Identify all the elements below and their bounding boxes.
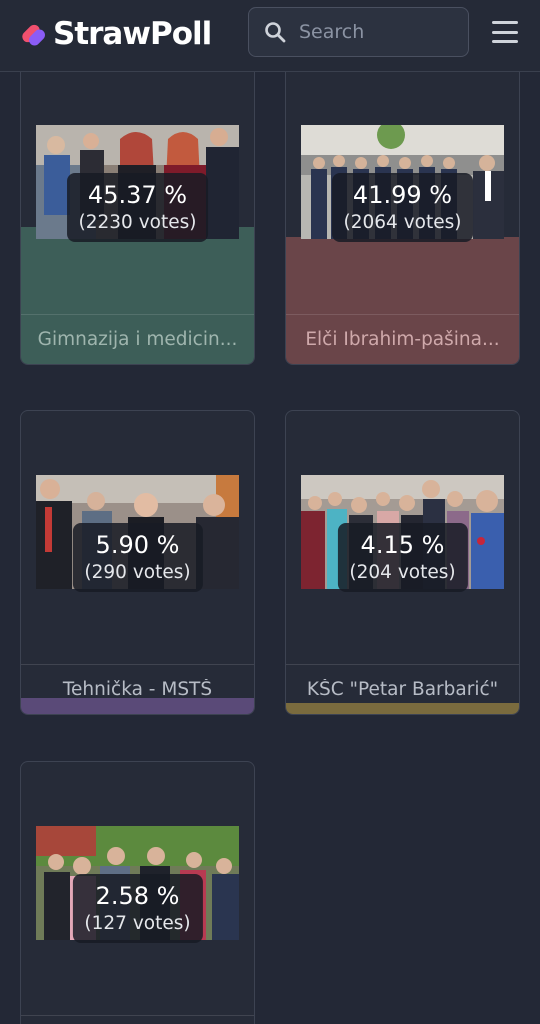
vote-percentage: 4.15 % [360, 531, 445, 559]
result-overlay: 2.58 % (127 votes) [72, 874, 203, 943]
result-overlay: 41.99 % (2064 votes) [331, 173, 474, 242]
vote-percentage: 45.37 % [87, 181, 188, 209]
poll-option-card[interactable]: KŠC "Petar Barbarić" 4.15 % (204 votes) [285, 410, 520, 715]
vote-percentage: 2.58 % [95, 882, 180, 910]
poll-option-card[interactable]: Tehnička - MSTŠ 5.90 % (290 votes) [20, 410, 255, 715]
vote-count: (2230 votes) [78, 212, 197, 233]
vote-count: (204 votes) [349, 562, 456, 583]
poll-option-card[interactable]: Elči Ibrahim-pašina... 41.99 % (2064 vot… [285, 60, 520, 365]
search-placeholder: Search [299, 21, 365, 43]
vote-percentage: 41.99 % [352, 181, 453, 209]
result-overlay: 4.15 % (204 votes) [337, 523, 468, 592]
result-overlay: 5.90 % (290 votes) [72, 523, 203, 592]
search-icon [265, 22, 286, 43]
vote-count: (2064 votes) [343, 212, 462, 233]
strawpoll-logo-icon [22, 24, 45, 46]
top-header: StrawPoll Search [0, 0, 540, 72]
result-fill-bar [286, 703, 519, 714]
vote-count: (127 votes) [84, 913, 191, 934]
poll-option-card[interactable]: 2.58 % (127 votes) [20, 761, 255, 1024]
option-label: KŠC "Petar Barbarić" [306, 679, 499, 700]
option-label: Tehnička - MSTŠ [62, 679, 213, 700]
vote-count: (290 votes) [84, 562, 191, 583]
brand-logo[interactable]: StrawPoll [19, 14, 212, 54]
poll-option-card[interactable]: Gimnazija i medicin... 45.37 % (2230 vot… [20, 60, 255, 365]
hamburger-menu-icon[interactable] [490, 18, 520, 46]
brand-name: StrawPoll [53, 16, 212, 52]
option-label: Elči Ibrahim-pašina... [305, 329, 500, 350]
result-overlay: 45.37 % (2230 votes) [66, 173, 209, 242]
vote-percentage: 5.90 % [95, 531, 180, 559]
result-fill-bar [21, 698, 254, 714]
option-label: Gimnazija i medicin... [37, 329, 238, 350]
search-input[interactable]: Search [248, 7, 469, 57]
